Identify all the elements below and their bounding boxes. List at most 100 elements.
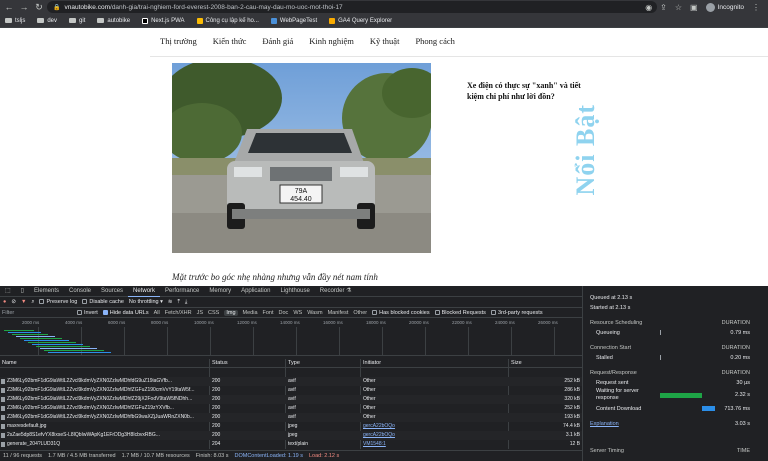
third-party-checkbox[interactable]: 3rd-party requests [490, 310, 543, 316]
table-row[interactable]: Z3M6Ly92bmF1dG9iaWtlL2Zvcl9kdmVyZXN0ZzIw… [0, 404, 582, 413]
table-row[interactable]: maxresdefault.jpg 200 jpeg gercA22bOQo 74.4 … [0, 422, 582, 431]
bookmark-ga4[interactable]: GA4 Query Explorer [329, 17, 392, 24]
nav-thi-truong[interactable]: Thị trường [160, 36, 197, 46]
request-sent-label: Request sent [596, 380, 629, 386]
nav-divider [150, 56, 768, 57]
request-initiator[interactable]: gercA22bOQo [363, 432, 503, 438]
invert-checkbox[interactable]: Invert [77, 310, 98, 316]
tab-lighthouse[interactable]: Lighthouse [275, 286, 314, 297]
throttling-select[interactable]: No throttling ▾ [129, 299, 163, 305]
network-overview-timeline[interactable]: 2000 ms 4000 ms 6000 ms 8000 ms 10000 ms 1200… [0, 318, 582, 356]
filter-type-all[interactable]: All [154, 310, 160, 316]
stalled-bar [660, 355, 661, 360]
overview-bar [16, 336, 55, 337]
tab-recorder[interactable]: Recorder ⚗ [315, 286, 357, 297]
timeline-gridline [167, 327, 168, 356]
file-icon [1, 442, 5, 447]
nextjs-icon [142, 17, 149, 24]
sidebar-headline[interactable]: Xe điện có thực sự "xanh" và tiết kiệm c… [467, 80, 585, 102]
tab-memory[interactable]: Memory [204, 286, 236, 297]
filter-icon[interactable]: ▼ [21, 299, 26, 305]
nav-phong-cach[interactable]: Phong cách [415, 36, 454, 46]
forward-icon[interactable]: → [18, 1, 30, 13]
inspect-icon[interactable]: ⬚ [0, 286, 16, 297]
tab-console[interactable]: Console [64, 286, 96, 297]
col-name[interactable]: Name [2, 360, 17, 366]
bookmark-cong-cu[interactable]: Công cụ lập kế ho... [196, 17, 259, 24]
tab-performance[interactable]: Performance [160, 286, 204, 297]
overview-bar [28, 342, 76, 343]
col-initiator[interactable]: Initiator [363, 360, 381, 366]
upload-icon[interactable]: ⤒ [177, 299, 179, 306]
hide-data-urls-checkbox[interactable]: Hide data URLs [102, 310, 149, 316]
filter-type-other[interactable]: Other [353, 310, 367, 316]
filter-type-fetch[interactable]: Fetch/XHR [165, 310, 192, 316]
wifi-icon[interactable]: ≋ [168, 299, 173, 305]
sidepanel-icon[interactable]: ▣ [690, 3, 698, 12]
request-initiator[interactable]: VM1548:1 [363, 441, 503, 447]
blocked-requests-checkbox[interactable]: Blocked Requests [434, 310, 486, 316]
col-size[interactable]: Size [511, 360, 522, 366]
table-row[interactable]: Z3M6Ly92bmF1dG9iaWtlL2Zvcl9kdmVyZXN0ZzIw… [0, 377, 582, 386]
bookmark-nextjs-pwa[interactable]: Next.js PWA [142, 17, 185, 24]
eye-off-icon[interactable]: ◉ [645, 3, 652, 12]
request-status: 200 [212, 387, 221, 393]
address-bar[interactable]: 🔒 vnautobike.com/danh-gia/trai-nghiem-fo… [47, 1, 657, 13]
col-type[interactable]: Type [288, 360, 300, 366]
filter-input[interactable]: Filter [2, 310, 72, 316]
blocked-cookies-checkbox[interactable]: Has blocked cookies [372, 310, 430, 316]
nav-ky-thuat[interactable]: Kỹ thuật [370, 36, 400, 46]
request-initiator[interactable]: gercA22bOQo [363, 423, 503, 429]
nav-danh-gia[interactable]: Đánh giá [262, 36, 293, 46]
tab-sources[interactable]: Sources [96, 286, 128, 297]
request-initiator: Other [363, 396, 376, 402]
filter-type-css[interactable]: CSS [208, 310, 219, 316]
timeline-gridline [511, 327, 512, 356]
device-toggle-icon[interactable]: ▯ [16, 286, 29, 297]
star-icon[interactable]: ☆ [675, 3, 682, 12]
table-row[interactable]: Z3M6Ly92bmF1dG9iaWtlL2Zvcl9kdmVyZXN0ZzIw… [0, 413, 582, 422]
table-row[interactable]: Z3M6Ly92bmF1dG9iaWtlL2Zvcl9kdmVyZXN0ZzIw… [0, 395, 582, 404]
bookmark-autobike[interactable]: autobike [97, 18, 130, 24]
explanation-link[interactable]: Explanation [590, 421, 619, 427]
bookmark-webpagetest[interactable]: WebPageTest [270, 17, 317, 24]
table-row[interactable]: generate_204?LUD31Q 204 text/plain VM1548:1… [0, 440, 582, 449]
request-status: 200 [212, 414, 221, 420]
menu-icon[interactable]: ⋮ [752, 3, 760, 12]
search-icon[interactable]: ⌕ [31, 299, 34, 306]
back-icon[interactable]: ← [3, 1, 15, 13]
bookmark-git[interactable]: git [69, 18, 85, 24]
overview-bar [12, 334, 48, 335]
nav-kinh-nghiem[interactable]: Kinh nghiệm [309, 36, 354, 46]
tab-elements[interactable]: Elements [29, 286, 64, 297]
table-row[interactable]: 2sZae5dp8S1efvYX8ixseS-L8lQbIwWApKg1EFrD… [0, 431, 582, 440]
table-row[interactable]: Z3M6Ly92bmF1dG9iaWtlL2Zvcl9kdmVyZXN0ZzIw… [0, 386, 582, 395]
col-status[interactable]: Status [212, 360, 228, 366]
clear-icon[interactable]: ⊘ [11, 299, 16, 305]
filter-type-manifest[interactable]: Manifest [328, 310, 349, 316]
tab-network[interactable]: Network [128, 286, 161, 297]
record-icon[interactable]: ● [3, 299, 6, 305]
filter-type-js[interactable]: JS [197, 310, 203, 316]
filter-type-img[interactable]: Img [224, 309, 238, 316]
tab-application[interactable]: Application [236, 286, 275, 297]
filter-type-media[interactable]: Media [243, 310, 258, 316]
bookmark-dev[interactable]: dev [37, 18, 57, 24]
incognito-badge[interactable]: Incognito [705, 2, 744, 12]
bookmark-tsljs[interactable]: tsljs [5, 18, 25, 24]
preserve-log-checkbox[interactable]: Preserve log [39, 299, 77, 305]
filter-type-wasm[interactable]: Wasm [307, 310, 322, 316]
started-at: Started at 2.13 s [590, 305, 631, 311]
folder-icon [37, 18, 45, 23]
timeline-tick: 26000 ms [538, 320, 558, 325]
filter-type-doc[interactable]: Doc [279, 310, 289, 316]
filter-type-font[interactable]: Font [263, 310, 274, 316]
disable-cache-checkbox[interactable]: Disable cache [82, 299, 124, 305]
download-icon[interactable]: ⤓ [185, 299, 187, 306]
nav-kien-thuc[interactable]: Kiến thức [213, 36, 247, 46]
bookmark-label: autobike [107, 17, 131, 24]
timeline-gridline [253, 327, 254, 356]
reload-icon[interactable]: ↻ [33, 1, 45, 13]
filter-type-ws[interactable]: WS [293, 310, 302, 316]
share-icon[interactable]: ⇪ [660, 3, 667, 12]
